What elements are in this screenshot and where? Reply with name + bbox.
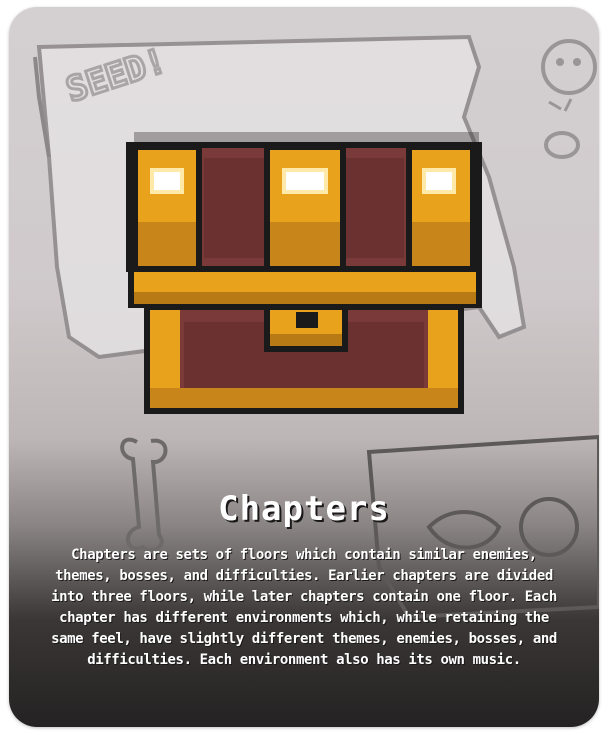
card-title: Chapters	[218, 489, 390, 529]
card-description: Chapters are sets of floors which contai…	[51, 547, 557, 668]
chapters-card[interactable]: SEED! Chapters Chapters are sets of floo…	[9, 7, 599, 727]
treasure-chest-icon	[126, 132, 482, 414]
card-text-area: Chapters Chapters are sets of floors whi…	[9, 477, 599, 727]
